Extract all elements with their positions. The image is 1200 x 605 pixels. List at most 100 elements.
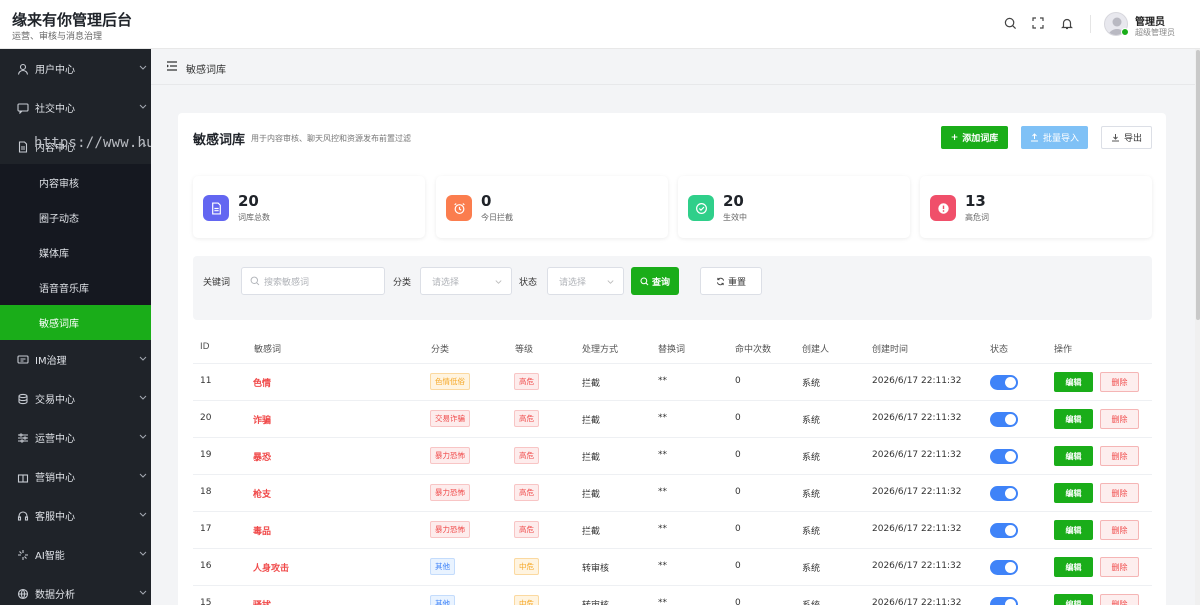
- status-toggle[interactable]: [990, 449, 1018, 464]
- bell-icon[interactable]: [1058, 14, 1076, 32]
- cell-creator: 系统: [802, 598, 820, 605]
- edit-button[interactable]: 编辑: [1054, 409, 1093, 429]
- header-divider: [1090, 15, 1091, 33]
- status-toggle[interactable]: [990, 597, 1018, 605]
- keyword-placeholder: 搜索敏感词: [264, 277, 310, 288]
- chevron-down-icon: [139, 434, 147, 439]
- cell-replace: **: [658, 561, 667, 571]
- cell-replace: **: [658, 413, 667, 423]
- delete-button[interactable]: 删除: [1100, 520, 1139, 540]
- chevron-down-icon: [139, 551, 147, 556]
- reset-button[interactable]: 重置: [700, 267, 762, 295]
- delete-button[interactable]: 删除: [1100, 483, 1139, 503]
- top-header: 缘来有你管理后台 运营、审核与消息治理 管理员 超级管理员: [0, 0, 1200, 49]
- add-word-label: 添加词库: [962, 134, 999, 144]
- level-tag: 高危: [514, 484, 539, 501]
- category-tag: 暴力恐怖: [430, 484, 470, 501]
- search-icon: [250, 276, 260, 286]
- stat-card-total: 20 词库总数: [193, 176, 425, 238]
- bulk-import-button[interactable]: 批量导入: [1021, 126, 1088, 149]
- cell-id: 18: [200, 487, 212, 497]
- stat-card-today-blocked: 0 今日拦截: [436, 176, 668, 238]
- delete-button[interactable]: 删除: [1100, 557, 1139, 577]
- delete-button[interactable]: 删除: [1100, 594, 1139, 605]
- cell-created-time: 2026/6/17 22:11:32: [872, 413, 962, 423]
- sidebar-item-label: 客服中心: [35, 512, 75, 523]
- edit-button[interactable]: 编辑: [1054, 557, 1093, 577]
- cell-id: 17: [200, 524, 212, 534]
- sidebar-item-operations[interactable]: 运营中心: [0, 418, 151, 457]
- col-header-word: 敏感词: [254, 345, 282, 355]
- search-icon[interactable]: [1001, 14, 1019, 32]
- category-tag: 色情低俗: [430, 373, 470, 390]
- sidebar-sub-content-review[interactable]: 内容审核: [0, 165, 151, 200]
- sidebar-sub-sensitive-words[interactable]: 敏感词库: [0, 305, 151, 340]
- edit-button[interactable]: 编辑: [1054, 483, 1093, 503]
- sidebar-item-ai[interactable]: AI智能: [0, 535, 151, 574]
- table-row: 15 骚扰 转审核 ** 0 系统 2026/6/17 22:11:32 其他 中危 编辑删除: [193, 586, 1152, 605]
- sidebar-item-label: IM治理: [35, 356, 67, 367]
- level-tag: 高危: [514, 373, 539, 390]
- sidebar-sub-circle-feed[interactable]: 圈子动态: [0, 200, 151, 235]
- sidebar-item-label: 交易中心: [35, 395, 75, 406]
- upload-icon: [1030, 133, 1038, 142]
- table-row: 19 暴恐 拦截 ** 0 系统 2026/6/17 22:11:32 暴力恐怖 高危 编辑 删除: [193, 438, 1152, 475]
- status-toggle[interactable]: [990, 523, 1018, 538]
- edit-button[interactable]: 编辑: [1054, 446, 1093, 466]
- edit-button[interactable]: 编辑: [1054, 372, 1093, 392]
- delete-button[interactable]: 删除: [1100, 409, 1139, 429]
- gift-icon: [16, 470, 30, 484]
- sidebar-item-customer-service[interactable]: 客服中心: [0, 496, 151, 535]
- query-button[interactable]: 查询: [631, 267, 679, 295]
- export-label: 导出: [1123, 134, 1142, 144]
- page-subtitle: 用于内容审核、聊天风控和资源发布前置过滤: [251, 134, 411, 143]
- delete-button[interactable]: 删除: [1100, 372, 1139, 392]
- sidebar-item-label: 社交中心: [35, 104, 75, 115]
- sliders-icon: [16, 431, 30, 445]
- cell-hits: 0: [735, 598, 741, 605]
- watermark-text: https://www.huzhan.com/ishop54670: [34, 135, 151, 151]
- delete-button[interactable]: 删除: [1100, 446, 1139, 466]
- col-header-category: 分类: [431, 345, 450, 355]
- cell-replace: **: [658, 450, 667, 460]
- fullscreen-icon[interactable]: [1029, 14, 1047, 32]
- keyword-search-input[interactable]: 搜索敏感词: [241, 267, 385, 295]
- sidebar-item-trade[interactable]: 交易中心: [0, 379, 151, 418]
- cell-action: 拦截: [582, 453, 601, 463]
- check-circle-icon: [688, 195, 714, 221]
- col-header-creator: 创建人: [802, 345, 830, 355]
- user-name[interactable]: 管理员: [1135, 13, 1165, 28]
- edit-button[interactable]: 编辑: [1054, 520, 1093, 540]
- table-row: 17 毒品 拦截 ** 0 系统 2026/6/17 22:11:32 暴力恐怖 高危 编辑 删除: [193, 512, 1152, 549]
- edit-button[interactable]: 编辑: [1054, 594, 1093, 605]
- stat-label: 今日拦截: [481, 213, 513, 222]
- stat-card-active: 20 生效中: [678, 176, 910, 238]
- status-toggle[interactable]: [990, 412, 1018, 427]
- col-header-created-time: 创建时间: [872, 345, 909, 355]
- sidebar-item-user-center[interactable]: 用户中心: [0, 49, 151, 88]
- sidebar-sub-voice-music[interactable]: 语音音乐库: [0, 270, 151, 305]
- download-icon: [1111, 134, 1119, 142]
- menu-fold-icon[interactable]: [166, 60, 178, 72]
- status-label: 状态: [519, 278, 538, 288]
- cell-created-time: 2026/6/17 22:11:32: [872, 598, 962, 605]
- status-toggle[interactable]: [990, 486, 1018, 501]
- add-word-button[interactable]: + 添加词库: [941, 126, 1008, 149]
- sidebar-item-marketing[interactable]: 营销中心: [0, 457, 151, 496]
- category-select[interactable]: 请选择: [420, 267, 512, 295]
- cell-action: 拦截: [582, 379, 601, 389]
- status-toggle[interactable]: [990, 560, 1018, 575]
- sidebar-item-analytics[interactable]: 数据分析: [0, 574, 151, 605]
- sidebar-item-im[interactable]: IM治理: [0, 340, 151, 379]
- cell-id: 19: [200, 450, 212, 460]
- sidebar-sub-media-library[interactable]: 媒体库: [0, 235, 151, 270]
- cell-id: 15: [200, 598, 212, 605]
- table-row: 16 人身攻击 转审核 ** 0 系统 2026/6/17 22:11:32 其他 中危 编辑 删除: [193, 549, 1152, 586]
- scrollbar-thumb[interactable]: [1196, 50, 1200, 320]
- sidebar-item-social-center[interactable]: 社交中心: [0, 88, 151, 127]
- status-toggle[interactable]: [990, 375, 1018, 390]
- cell-word: 诈骗: [253, 416, 272, 426]
- sidebar-item-label: 运营中心: [35, 434, 75, 445]
- export-button[interactable]: 导出: [1101, 126, 1152, 149]
- status-select[interactable]: 请选择: [547, 267, 624, 295]
